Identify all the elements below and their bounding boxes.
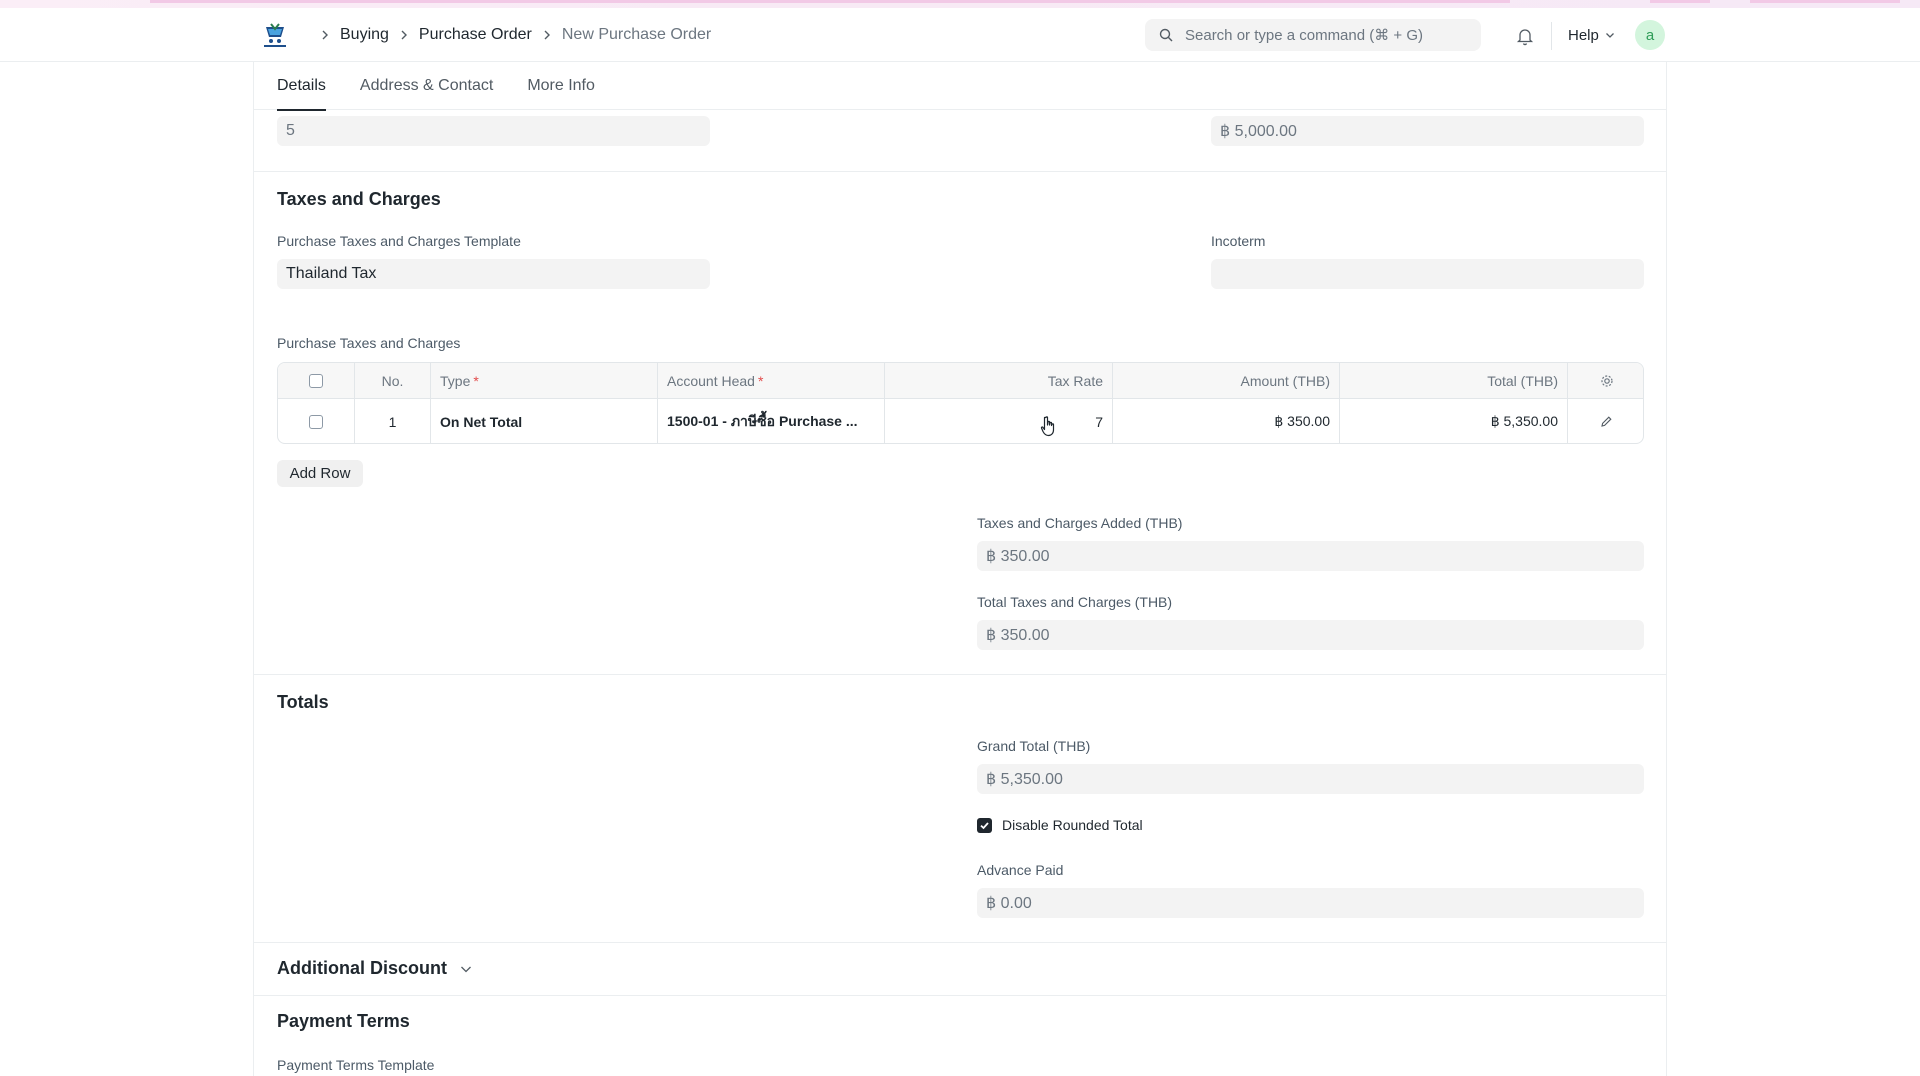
table-row[interactable]: 1 On Net Total 1500-01 - ภาษีซื้อ Purcha… [278, 399, 1643, 443]
taxes-table-label: Purchase Taxes and Charges [277, 335, 461, 351]
chevron-down-icon [1605, 33, 1614, 38]
help-label: Help [1568, 26, 1599, 44]
table-header: No. Type * Account Head * Tax Rate Amount … [278, 363, 1643, 399]
breadcrumb-current: New Purchase Order [561, 26, 712, 43]
breadcrumb-purchase-order[interactable]: Purchase Order [419, 26, 532, 44]
tab-more-info[interactable]: More Info [527, 62, 595, 110]
breadcrumb: Buying Purchase Order New Purchase Order [310, 8, 711, 62]
section-divider [254, 995, 1666, 996]
taxes-added-field[interactable]: ฿ 350.00 [977, 541, 1644, 571]
additional-discount-header[interactable]: Additional Discount [277, 958, 473, 979]
top-accent-strip [0, 0, 1920, 8]
incoterm-label: Incoterm [1211, 233, 1266, 249]
chevron-down-icon [461, 966, 471, 972]
grand-total-field[interactable]: ฿ 5,350.00 [977, 764, 1644, 794]
header-account-head: Account Head * [658, 363, 885, 398]
amount-field[interactable]: ฿ 5,000.00 [1211, 116, 1644, 146]
form-tabs: Details Address & Contact More Info [254, 62, 1666, 111]
help-dropdown[interactable]: Help [1568, 8, 1615, 62]
payment-terms-template-label: Payment Terms Template [277, 1057, 435, 1073]
avatar[interactable]: a [1635, 20, 1665, 50]
select-all-checkbox[interactable] [309, 373, 323, 388]
chevron-right-icon [542, 30, 552, 40]
add-row-button[interactable]: Add Row [277, 460, 363, 487]
payment-terms-title: Payment Terms [277, 1011, 410, 1031]
row-account-head[interactable]: 1500-01 - ภาษีซื้อ Purchase ... [658, 399, 885, 443]
row-type[interactable]: On Net Total [431, 399, 658, 443]
column-settings-cell [1568, 363, 1643, 398]
section-divider [254, 674, 1666, 675]
row-edit-cell [1568, 399, 1643, 443]
form-card: Details Address & Contact More Info 5 ฿ … [253, 62, 1667, 1076]
row-total[interactable]: ฿ 5,350.00 [1340, 399, 1568, 443]
tax-template-label: Purchase Taxes and Charges Template [277, 233, 521, 249]
total-taxes-label: Total Taxes and Charges (THB) [977, 594, 1173, 610]
grand-total-label: Grand Total (THB) [977, 738, 1091, 754]
header-type: Type * [431, 363, 658, 398]
header-tax-rate: Tax Rate [885, 363, 1113, 398]
row-select-cell [278, 399, 355, 443]
header-no: No. [355, 363, 431, 398]
additional-discount-title: Additional Discount [277, 958, 447, 978]
section-divider [254, 171, 1666, 172]
search-input[interactable]: Search or type a command (⌘ + G) [1145, 19, 1481, 51]
notification-bell-icon[interactable] [1515, 26, 1535, 46]
header-amount: Amount (THB) [1113, 363, 1340, 398]
select-all-cell [278, 363, 355, 398]
taxes-section-title: Taxes and Charges [277, 189, 441, 209]
tab-details[interactable]: Details [277, 62, 326, 111]
total-taxes-field[interactable]: ฿ 350.00 [977, 620, 1644, 650]
search-placeholder: Search or type a command (⌘ + G) [1185, 27, 1424, 44]
row-amount[interactable]: ฿ 350.00 [1113, 399, 1340, 443]
navbar-divider [1551, 22, 1552, 50]
advance-paid-field[interactable]: ฿ 0.00 [977, 888, 1644, 918]
taxes-table: No. Type * Account Head * Tax Rate Amount … [277, 362, 1644, 444]
header-total: Total (THB) [1340, 363, 1568, 398]
tax-template-field[interactable]: Thailand Tax [277, 259, 710, 289]
navbar: Buying Purchase Order New Purchase Order… [0, 8, 1920, 62]
app-logo-icon[interactable] [260, 21, 290, 51]
quantity-field[interactable]: 5 [277, 116, 710, 146]
disable-rounded-total-checkbox[interactable] [977, 817, 992, 833]
accent-bar [150, 0, 1510, 3]
header-type-label: Type [440, 372, 471, 389]
row-checkbox[interactable] [309, 414, 323, 429]
disable-rounded-total-label: Disable Rounded Total [1002, 817, 1143, 833]
tab-address-contact[interactable]: Address & Contact [360, 62, 493, 110]
accent-bar [1650, 0, 1710, 3]
section-divider [254, 942, 1666, 943]
row-no: 1 [355, 399, 431, 443]
taxes-added-label: Taxes and Charges Added (THB) [977, 515, 1183, 531]
totals-section-title: Totals [277, 692, 329, 712]
hand-cursor-icon [1040, 416, 1055, 437]
disable-rounded-total-row[interactable]: Disable Rounded Total [977, 817, 1143, 833]
row-tax-rate[interactable]: 7 [885, 399, 1113, 443]
required-marker: * [757, 372, 764, 389]
accent-bar [1750, 0, 1900, 3]
gear-icon[interactable] [1600, 374, 1614, 388]
search-icon [1159, 28, 1173, 42]
incoterm-field[interactable] [1211, 259, 1644, 289]
breadcrumb-buying[interactable]: Buying [340, 26, 389, 44]
advance-paid-label: Advance Paid [977, 862, 1064, 878]
required-marker: * [473, 372, 479, 389]
chevron-right-icon [320, 30, 330, 40]
edit-pencil-icon[interactable] [1600, 415, 1613, 428]
chevron-right-icon [399, 30, 409, 40]
check-icon [980, 821, 989, 829]
header-account-head-label: Account Head [667, 372, 755, 389]
